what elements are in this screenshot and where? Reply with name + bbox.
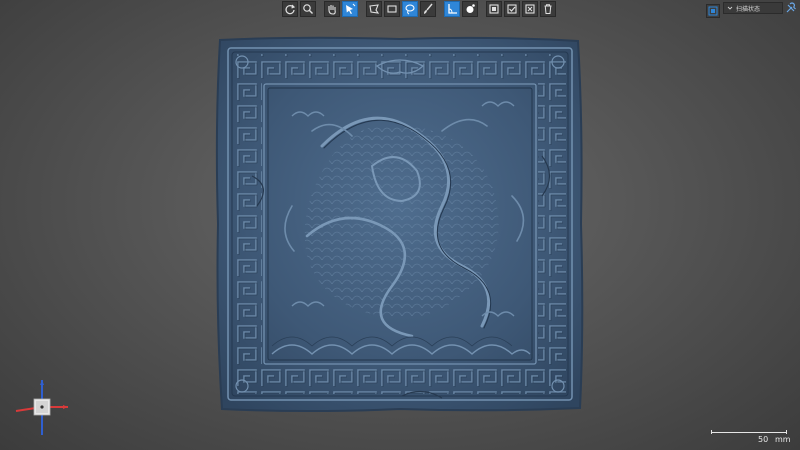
selection-toolbar <box>282 1 556 17</box>
polygon-select-button[interactable] <box>366 1 382 17</box>
angle-select-icon <box>448 4 457 14</box>
scan-status-label: 扫描状态 <box>736 5 761 13</box>
settings-tool-button[interactable] <box>784 1 798 15</box>
hand-select-button[interactable] <box>324 1 340 17</box>
rectangle-select-button[interactable] <box>384 1 400 17</box>
cursor-select-button[interactable] <box>342 1 358 17</box>
scale-bar-line <box>711 432 787 433</box>
brush-icon <box>424 3 433 14</box>
scanned-mesh-model[interactable] <box>212 36 587 412</box>
chevron-down-icon <box>727 6 733 10</box>
rectangle-select-icon <box>387 5 397 13</box>
lasso-select-button[interactable] <box>402 1 418 17</box>
grid-view-icon <box>708 6 718 16</box>
visibility-toggle-icon <box>466 4 475 13</box>
scale-bar-value: 50 <box>758 435 769 444</box>
cursor-select-icon <box>346 3 356 14</box>
angle-select-button[interactable] <box>444 1 460 17</box>
invert-selection-button[interactable] <box>486 1 502 17</box>
scale-bar-tick-end <box>786 430 787 434</box>
visibility-toggle-button[interactable] <box>462 1 478 17</box>
select-all-button[interactable] <box>504 1 520 17</box>
scale-bar-unit: mm <box>775 435 791 444</box>
scale-bar-tick-start <box>711 430 712 434</box>
scale-bar: 50 mm <box>708 429 791 445</box>
trash-icon <box>544 4 552 14</box>
scan-status-dropdown[interactable]: 扫描状态 <box>723 2 783 14</box>
delete-button[interactable] <box>540 1 556 17</box>
wrench-icon <box>786 2 796 13</box>
polygon-select-icon <box>369 4 380 14</box>
select-all-icon <box>507 4 517 14</box>
lasso-select-icon <box>405 4 415 15</box>
hand-select-icon <box>328 5 336 15</box>
invert-selection-icon <box>489 4 499 14</box>
rotate-reset-button[interactable] <box>282 1 298 17</box>
zoom-icon <box>303 4 313 14</box>
3d-viewport[interactable]: 扫描状态 50 mm <box>0 0 800 450</box>
panel-toggle-button[interactable] <box>706 4 720 18</box>
brush-button[interactable] <box>420 1 436 17</box>
zoom-button[interactable] <box>300 1 316 17</box>
rotate-reset-icon <box>285 4 296 15</box>
deselect-button[interactable] <box>522 1 538 17</box>
deselect-icon <box>525 4 535 14</box>
axis-orientation-gizmo[interactable] <box>12 377 72 437</box>
